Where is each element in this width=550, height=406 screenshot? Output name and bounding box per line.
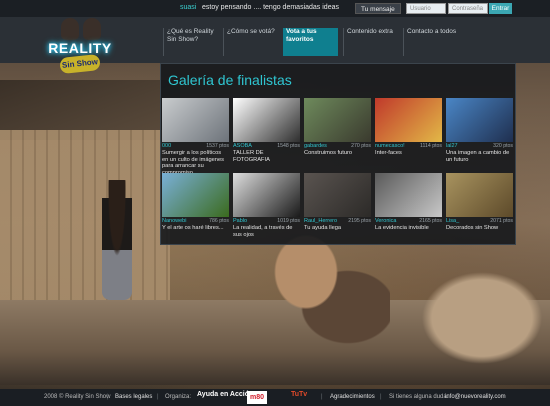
footer-organiza-label: Organiza: [165,394,192,400]
finalist-thumbnail[interactable] [375,98,442,142]
finalist-title[interactable]: Decorados sin Show [446,225,513,232]
finalist-thumbnail[interactable] [446,173,513,217]
footer: 2008 © Reality Sin Show | Bases legales … [0,389,550,406]
footer-email-link[interactable]: info@nuevoreality.com [445,394,506,400]
logo-host-left [61,18,79,40]
finalist-title[interactable]: TALLER DE FOTOGRAFIA [233,150,300,163]
finalist-author[interactable]: lal27 [446,143,458,149]
finalist-points: 786 ptos [209,218,229,224]
finalist-card[interactable]: Raul_Herrero 2195 ptos Tu ayuda llega [304,173,371,245]
finalist-card[interactable]: ASOBA 1548 ptos TALLER DE FOTOGRAFIA [233,98,300,170]
finalist-card[interactable]: Veronica 2165 ptos La evidencia invisible [375,173,442,245]
footer-help-text: Si tienes alguna duda: [389,394,449,400]
finalist-thumbnail[interactable] [304,98,371,142]
finalist-title[interactable]: La evidencia invisible [375,225,442,232]
finalist-title[interactable]: Y el arte os haré libres... [162,225,229,232]
finalist-author[interactable]: Veronica [375,218,396,224]
nav-item-que-es[interactable]: ¿Qué es Reality Sin Show? [163,28,218,56]
finalist-card[interactable]: lal27 320 ptos Una imagen a cambio de un f… [446,98,513,170]
nav-item-como-votar[interactable]: ¿Cómo se votá? [223,28,278,56]
gallery-title: Galería de finalistas [168,72,292,88]
finalist-author[interactable]: Lisa_ [446,218,459,224]
finalist-points: 1548 ptos [277,143,300,149]
finalist-points: 270 ptos [351,143,371,149]
finalist-points: 1019 ptos [277,218,300,224]
finalist-thumbnail[interactable] [233,173,300,217]
finalist-title[interactable]: La realidad, a través de sus ojos [233,225,300,238]
finalist-author[interactable]: numecasco! [375,143,405,149]
background-photo-rubble [380,240,550,370]
finalist-author[interactable]: ASOBA [233,143,252,149]
message-button[interactable]: Tu mensaje [355,3,401,14]
finalist-author[interactable]: Nanowebi [162,218,186,224]
finalist-points: 1537 ptos [206,143,229,149]
finalist-title[interactable]: Inter-faces [375,150,442,157]
background-photo-worker [250,230,390,370]
footer-thanks-link[interactable]: Agradecimientos [330,394,375,400]
finalist-thumbnail[interactable] [446,98,513,142]
footer-separator: | [157,394,159,400]
username-link[interactable]: suasi [180,4,196,11]
footer-separator: | [321,394,323,400]
top-bar: suasi estoy pensando .... tengo demasiad… [0,0,550,17]
nav-item-vota-favoritos[interactable]: Vota a tus favoritos [283,28,338,56]
logo-sin-show-badge: Sin Show [59,53,101,75]
username-input[interactable]: Usuario [406,3,446,14]
finalist-title[interactable]: Construimos futuro [304,150,371,157]
finalist-title[interactable]: Tu ayuda llega [304,225,371,232]
finalist-card[interactable]: numecasco! 1114 ptos Inter-faces [375,98,442,170]
finalist-author[interactable]: Raul_Herrero [304,218,337,224]
footer-separator: | [380,394,382,400]
m80-logo[interactable]: m80 [247,391,268,404]
logo-host-right [83,18,101,40]
finalist-author[interactable]: gabardes [304,143,327,149]
finalist-thumbnail[interactable] [162,98,229,142]
finalist-thumbnail[interactable] [162,173,229,217]
finalist-thumbnail[interactable] [375,173,442,217]
finalist-thumbnail[interactable] [233,98,300,142]
finalist-author[interactable]: 000 [162,143,171,149]
footer-legal-link[interactable]: Bases legales [115,394,152,400]
finalist-card[interactable]: Pablo 1019 ptos La realidad, a través de s… [233,173,300,245]
background-photo-person [102,180,132,300]
user-status-text: estoy pensando .... tengo demasiadas ide… [202,4,339,11]
finalist-title[interactable]: Una imagen a cambio de un futuro [446,150,513,163]
finalist-card[interactable]: Nanowebi 786 ptos Y el arte os haré libres… [162,173,229,245]
nav-item-contenido-extra[interactable]: Contenido extra [343,28,398,56]
finalist-points: 320 ptos [493,143,513,149]
tutv-logo[interactable]: TuTv [291,391,307,404]
password-input[interactable]: Contraseña [448,3,488,14]
ayuda-en-accion-logo[interactable]: Ayuda en Acción [197,391,253,404]
finalist-points: 2165 ptos [419,218,442,224]
finalist-thumbnail[interactable] [304,173,371,217]
finalist-points: 1114 ptos [419,143,442,149]
finalist-card[interactable]: 000 1537 ptos Sumergir a los políticos en … [162,98,229,176]
finalist-points: 2195 ptos [348,218,371,224]
footer-separator: | [107,394,109,400]
nav-item-contacto[interactable]: Contacto a todos [403,28,458,56]
finalist-card[interactable]: gabardes 270 ptos Construimos futuro [304,98,371,170]
background-photo-wall [0,130,170,300]
finalist-points: 2071 ptos [490,218,513,224]
login-button[interactable]: Entrar [489,3,512,14]
finalist-card[interactable]: Lisa_ 2071 ptos Decorados sin Show [446,173,513,245]
footer-copyright: 2008 © Reality Sin Show [44,394,111,400]
finalist-author[interactable]: Pablo [233,218,247,224]
reality-sin-show-logo[interactable]: REALITY Sin Show [46,18,116,80]
finalists-gallery: Galería de finalistas 000 1537 ptos Sumerg… [160,63,516,245]
